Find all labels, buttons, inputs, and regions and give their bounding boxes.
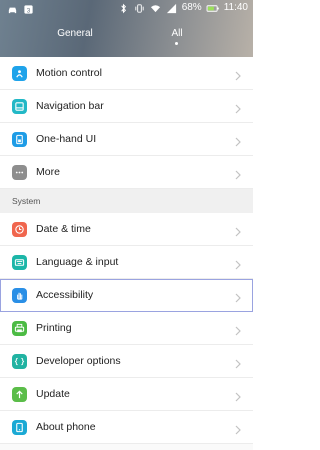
active-tab-indicator — [175, 42, 178, 45]
settings-item-more[interactable]: More — [0, 156, 253, 189]
tab-all[interactable]: All — [122, 28, 232, 39]
bottom-edge — [0, 444, 253, 450]
update-arrow-icon — [12, 387, 27, 402]
chevron-right-icon — [235, 323, 243, 336]
notification-badge-icon: 3 — [22, 3, 34, 15]
clock-icon — [12, 222, 27, 237]
settings-item-navigation-bar[interactable]: Navigation bar — [0, 90, 253, 123]
settings-item-label: Accessibility — [36, 289, 94, 301]
printer-icon — [12, 321, 27, 336]
chevron-right-icon — [235, 134, 243, 147]
wifi-icon — [150, 2, 162, 14]
settings-item-language-input[interactable]: Language & input — [0, 246, 253, 279]
battery-percent: 68% — [181, 2, 202, 13]
settings-item-label: Navigation bar — [36, 100, 104, 112]
chevron-right-icon — [235, 101, 243, 114]
chevron-right-icon — [235, 68, 243, 81]
section-header-system: System — [0, 189, 253, 213]
one-hand-icon — [12, 132, 27, 147]
battery-icon — [206, 2, 220, 14]
car-icon — [6, 3, 18, 15]
settings-item-one-hand-ui[interactable]: One-hand UI — [0, 123, 253, 156]
more-icon — [12, 165, 27, 180]
settings-item-label: Date & time — [36, 223, 91, 235]
phone-info-icon — [12, 420, 27, 435]
settings-list: Motion control Navigation bar One-hand U… — [0, 57, 253, 444]
motion-icon — [12, 66, 27, 81]
settings-item-update[interactable]: Update — [0, 378, 253, 411]
chevron-right-icon — [235, 257, 243, 270]
settings-item-label: Update — [36, 388, 70, 400]
settings-item-printing[interactable]: Printing — [0, 312, 253, 345]
settings-item-about-phone[interactable]: About phone — [0, 411, 253, 444]
section-title: System — [12, 196, 41, 206]
chevron-right-icon — [235, 167, 243, 180]
settings-item-date-time[interactable]: Date & time — [0, 213, 253, 246]
header: 3 68% 11:40 General All — [0, 0, 253, 57]
chevron-right-icon — [235, 224, 243, 237]
tab-bar: General All — [0, 24, 253, 54]
settings-item-label: More — [36, 166, 60, 178]
tab-general[interactable]: General — [20, 28, 130, 39]
clock-time: 11:40 — [223, 2, 248, 13]
keyboard-icon — [12, 255, 27, 270]
settings-item-label: Motion control — [36, 67, 102, 79]
chevron-right-icon — [235, 389, 243, 402]
settings-item-label: Language & input — [36, 256, 119, 268]
settings-item-motion-control[interactable]: Motion control — [0, 57, 253, 90]
navigation-icon — [12, 99, 27, 114]
code-icon — [12, 354, 27, 369]
settings-item-label: About phone — [36, 421, 96, 433]
settings-item-label: One-hand UI — [36, 133, 97, 145]
chevron-right-icon — [235, 356, 243, 369]
settings-item-accessibility[interactable]: Accessibility — [0, 279, 253, 312]
settings-item-developer-options[interactable]: Developer options — [0, 345, 253, 378]
chevron-right-icon — [235, 422, 243, 435]
settings-item-label: Printing — [36, 322, 72, 334]
bluetooth-icon — [118, 2, 130, 14]
settings-item-label: Developer options — [36, 355, 121, 367]
vibrate-icon — [134, 2, 146, 14]
status-bar: 3 68% 11:40 — [0, 0, 253, 18]
chevron-right-icon — [235, 290, 243, 303]
hand-icon — [12, 288, 27, 303]
svg-text:3: 3 — [26, 7, 30, 14]
signal-icon — [166, 2, 178, 14]
